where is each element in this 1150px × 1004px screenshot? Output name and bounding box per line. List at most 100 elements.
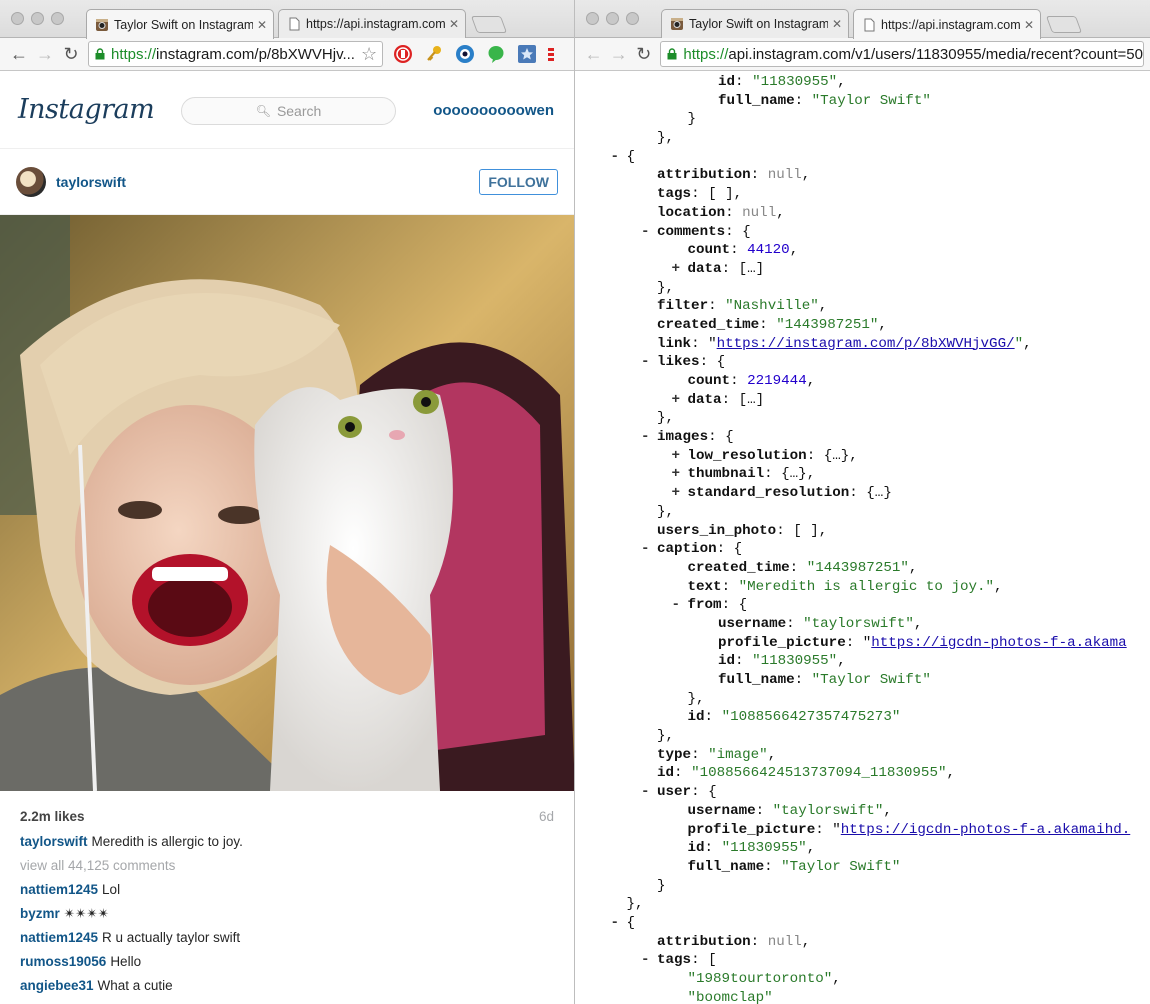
zoom-window-button[interactable] <box>626 12 639 25</box>
json-key: id <box>718 74 736 90</box>
json-key: from <box>687 597 722 614</box>
json-string: "taylorswift" <box>772 802 884 819</box>
comment-text: Lol <box>102 882 121 897</box>
chat-bubble-icon[interactable] <box>485 43 507 65</box>
expand-toggle-icon[interactable]: + <box>672 465 681 484</box>
comment-username[interactable]: nattiem1245 <box>20 930 98 945</box>
post-header: taylorswift FOLLOW <box>0 149 574 215</box>
post-age[interactable]: 6d <box>539 809 554 824</box>
view-all-comments-link[interactable]: view all 44,125 comments <box>20 858 554 873</box>
collapse-toggle-icon[interactable]: - <box>641 540 650 559</box>
tab-title: https://api.instagram.com/v1/users/11830… <box>881 17 1020 32</box>
comment-username[interactable]: rumoss19056 <box>20 954 106 969</box>
new-tab-button[interactable] <box>1045 16 1083 33</box>
expand-toggle-icon[interactable]: + <box>672 391 681 410</box>
json-line: created_time: "1443987251", <box>575 316 1150 335</box>
json-line: }, <box>575 129 1150 148</box>
json-punct: : <box>750 167 768 184</box>
json-string: "taylorswift" <box>803 615 914 632</box>
post-username[interactable]: taylorswift <box>56 174 126 190</box>
tab-instagram-post[interactable]: Taylor Swift on Instagram: “Meredith is … <box>86 9 274 39</box>
json-key: data <box>687 391 722 408</box>
bookmark-star-icon[interactable]: ☆ <box>355 44 377 65</box>
json-link[interactable]: https://igcdn-photos-f-a.akamaihd. <box>841 822 1130 838</box>
json-punct: , <box>908 559 918 576</box>
reload-icon[interactable]: ↻ <box>58 44 84 65</box>
expand-toggle-icon[interactable]: + <box>672 447 681 466</box>
likes-count[interactable]: 2.2m likes <box>20 809 85 824</box>
collapse-toggle-icon[interactable]: - <box>611 914 620 933</box>
collapse-toggle-icon[interactable]: - <box>641 783 650 802</box>
json-string: "boomclap" <box>687 989 773 1004</box>
reload-icon[interactable]: ↻ <box>631 44 656 65</box>
json-link[interactable]: https://igcdn-photos-f-a.akama <box>871 635 1126 651</box>
new-tab-button[interactable] <box>470 16 508 33</box>
json-string: "1088566427357475273" <box>721 709 901 726</box>
stop-icon[interactable] <box>392 43 414 65</box>
address-bar[interactable]: https://instagram.com/p/8bXWVHjv... ☆ <box>88 41 383 67</box>
close-window-button[interactable] <box>11 12 24 25</box>
collapse-toggle-icon[interactable]: - <box>641 223 650 242</box>
zoom-window-button[interactable] <box>51 12 64 25</box>
json-key: user <box>657 784 692 801</box>
close-window-button[interactable] <box>586 12 599 25</box>
collapse-toggle-icon[interactable]: - <box>641 353 650 372</box>
json-line: type: "image", <box>575 746 1150 765</box>
back-icon[interactable]: ← <box>581 44 606 65</box>
instagram-logo[interactable]: Instagram <box>18 94 155 125</box>
json-line: -{ <box>575 914 1150 933</box>
eye-icon[interactable] <box>454 43 476 65</box>
json-line: tags: [ ], <box>575 185 1150 204</box>
search-input[interactable]: 🔍︎ Search <box>181 97 396 125</box>
json-string: "1088566424513737094_11830955" <box>691 765 947 782</box>
browser-toolbar: ← → ↻ https://api.instagram.com/v1/users… <box>575 38 1150 71</box>
expand-toggle-icon[interactable]: + <box>672 260 681 279</box>
minimize-window-button[interactable] <box>606 12 619 25</box>
json-punct: : { <box>699 354 726 371</box>
collapse-toggle-icon[interactable]: - <box>611 148 620 167</box>
json-link[interactable]: https://instagram.com/p/8bXWVHjvGG/ <box>717 336 1015 352</box>
tab-instagram-post[interactable]: Taylor Swift on Instagram: “Meredith is … <box>661 9 849 38</box>
json-null: null <box>767 167 802 184</box>
star-box-icon[interactable] <box>516 43 538 65</box>
close-tab-icon[interactable]: ✕ <box>832 17 842 31</box>
expand-toggle-icon[interactable]: + <box>672 484 681 503</box>
tab-api-json[interactable]: https://api.instagram.com/v1/users/11830… <box>278 9 466 38</box>
comment-username[interactable]: nattiem1245 <box>20 882 98 897</box>
json-punct: , <box>883 802 892 819</box>
post-photo[interactable] <box>0 215 575 791</box>
json-key: standard_resolution <box>687 485 850 502</box>
caption-username[interactable]: taylorswift <box>20 834 88 849</box>
avatar[interactable] <box>16 166 46 197</box>
forward-icon[interactable]: → <box>32 44 58 65</box>
collapse-toggle-icon[interactable]: - <box>641 428 650 447</box>
follow-button[interactable]: FOLLOW <box>479 168 558 195</box>
tab-api-json[interactable]: https://api.instagram.com/v1/users/11830… <box>853 9 1041 39</box>
json-punct: : <box>674 765 692 782</box>
json-key: profile_picture <box>718 634 846 651</box>
close-tab-icon[interactable]: ✕ <box>257 18 267 32</box>
key-icon[interactable] <box>423 43 445 65</box>
comment-username[interactable]: angiebee31 <box>20 978 94 993</box>
menu-icon[interactable] <box>547 43 555 65</box>
back-icon[interactable]: ← <box>6 44 32 65</box>
json-punct: } <box>687 111 697 128</box>
collapse-toggle-icon[interactable]: - <box>641 951 650 970</box>
current-user-link[interactable]: oooooooooowen <box>433 102 554 119</box>
comment-text: What a cutie <box>97 978 173 993</box>
json-key: likes <box>657 354 700 371</box>
close-tab-icon[interactable]: ✕ <box>449 17 459 31</box>
json-punct: } <box>657 877 666 894</box>
collapse-toggle-icon[interactable]: - <box>672 596 681 615</box>
address-bar[interactable]: https://api.instagram.com/v1/users/11830… <box>660 41 1144 67</box>
close-tab-icon[interactable]: ✕ <box>1024 18 1034 32</box>
comment-username[interactable]: byzmr <box>20 906 60 921</box>
comment-text: R u actually taylor swift <box>102 930 241 945</box>
json-line: + low_resolution: {…}, <box>575 447 1150 466</box>
json-string: "image" <box>708 746 768 763</box>
json-key: images <box>657 429 709 446</box>
minimize-window-button[interactable] <box>31 12 44 25</box>
forward-icon[interactable]: → <box>606 44 631 65</box>
json-number: 2219444 <box>747 373 807 389</box>
url-scheme: https:// <box>111 45 157 63</box>
